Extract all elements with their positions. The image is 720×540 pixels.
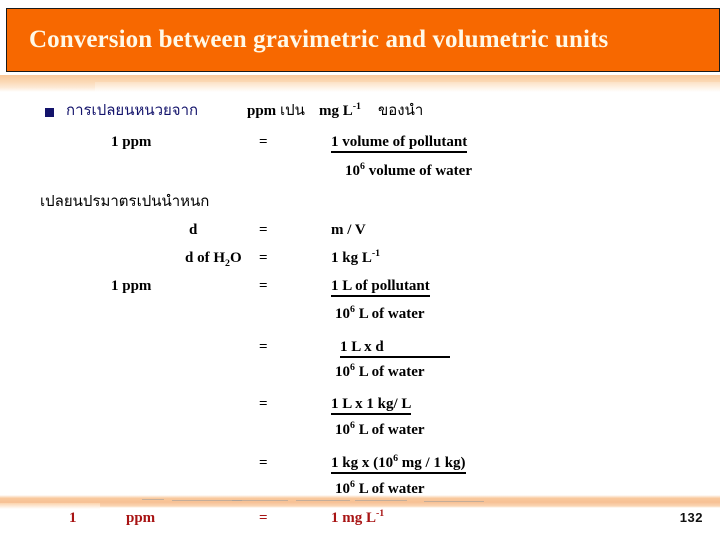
eq1-numerator: 1 volume of pollutant: [331, 135, 468, 153]
step2-denominator: 106 L of water: [335, 363, 425, 380]
eq-ppm-numerator-text: 1 L of pollutant: [331, 279, 430, 297]
bullet-unit-from: ppm: [247, 103, 277, 119]
step2-equals-sign: =: [259, 339, 268, 355]
step4-numerator-text: 1 kg x (106 mg / 1 kg): [331, 454, 466, 474]
eq-ppm-left-term: 1 ppm: [111, 278, 152, 294]
bullet-square-icon: [45, 108, 54, 117]
step4-equals-sign: =: [259, 455, 268, 471]
eq-water-right: 1 kg L-1: [331, 248, 381, 266]
eq-density-right: m / V: [331, 222, 366, 238]
eq-ppm-denominator-base: 10: [335, 306, 350, 322]
eq1-denominator: 106 volume of water: [345, 162, 472, 179]
eq-water-right-exponent: -1: [371, 248, 381, 259]
bullet-unit-to: mg L-1: [319, 101, 361, 119]
ghost-rule-mark: [296, 500, 350, 501]
step2-numerator: 1 L x d: [340, 340, 450, 358]
eq-ppm-equals-sign: =: [259, 278, 268, 294]
eq-ppm-denominator-rest: L of water: [354, 306, 425, 322]
header-accent-band-secondary: [95, 82, 720, 92]
ghost-rule-mark: [142, 499, 164, 500]
page-title: Conversion between gravimetric and volum…: [29, 26, 609, 53]
step4-numerator-part-a: 1 kg x (10: [331, 455, 394, 471]
result-left-number: 1: [69, 510, 77, 526]
eq-ppm-numerator: 1 L of pollutant: [331, 279, 430, 297]
step2-denominator-base: 10: [335, 364, 350, 380]
step3-numerator: 1 L x 1 kg/ L: [331, 397, 412, 415]
result-left-unit: ppm: [126, 510, 156, 526]
step2-denominator-rest: L of water: [354, 364, 425, 380]
eq1-left-term: 1 ppm: [111, 134, 152, 150]
eq1-denominator-rest: volume of water: [364, 163, 472, 179]
step3-denominator-base: 10: [335, 422, 350, 438]
ghost-rule-mark: [232, 500, 288, 501]
step3-numerator-text: 1 L x 1 kg/ L: [331, 397, 412, 415]
bullet-unit-to-exponent: -1: [352, 101, 361, 112]
eq-water-equals-sign: =: [259, 250, 268, 266]
result-right-value: 1 mg L-1: [331, 508, 385, 526]
step2-numerator-text: 1 L x d: [340, 340, 450, 358]
step4-numerator-part-b: mg / 1 kg): [398, 455, 466, 471]
eq-density-equals-sign: =: [259, 222, 268, 238]
page-number: 132: [679, 510, 703, 525]
eq1-denominator-base: 10: [345, 163, 360, 179]
result-equals-sign: =: [259, 510, 268, 526]
bullet-thai-label: การเปลยนหนวยจาก: [66, 101, 199, 119]
step3-equals-sign: =: [259, 396, 268, 412]
footer-accent-band-secondary: [0, 503, 100, 509]
eq1-numerator-text: 1 volume of pollutant: [331, 135, 468, 153]
footer-accent-band: [0, 495, 720, 508]
ghost-rule-mark: [355, 500, 407, 501]
eq1-equals-sign: =: [259, 134, 268, 150]
bullet-thai-end: ของนำ: [378, 101, 424, 119]
eq-water-left-rest: O: [229, 250, 242, 266]
result-right-exponent: -1: [376, 508, 385, 519]
eq-ppm-denominator: 106 L of water: [335, 305, 425, 322]
eq-density-left: d: [189, 222, 198, 238]
bullet-thai-mid: เปน: [280, 101, 305, 119]
result-right-base: 1 mg L: [331, 510, 376, 526]
eq-water-right-base: 1 kg L: [331, 250, 372, 266]
step3-denominator: 106 L of water: [335, 421, 425, 438]
slide-body: การเปลยนหนวยจาก ppm เปน mg L-1 ของนำ 1 p…: [0, 92, 720, 497]
ghost-rule-mark: [424, 501, 484, 502]
step4-numerator: 1 kg x (106 mg / 1 kg): [331, 454, 466, 474]
bullet-unit-to-base: mg L: [319, 103, 353, 119]
step3-denominator-rest: L of water: [354, 422, 425, 438]
section-two-heading: เปลยนปรมาตรเปนนำหนก: [40, 192, 210, 210]
eq-water-left-base: d of H: [185, 250, 226, 266]
slide-title-banner: Conversion between gravimetric and volum…: [6, 8, 720, 72]
eq-water-left: d of H2O: [185, 250, 242, 269]
